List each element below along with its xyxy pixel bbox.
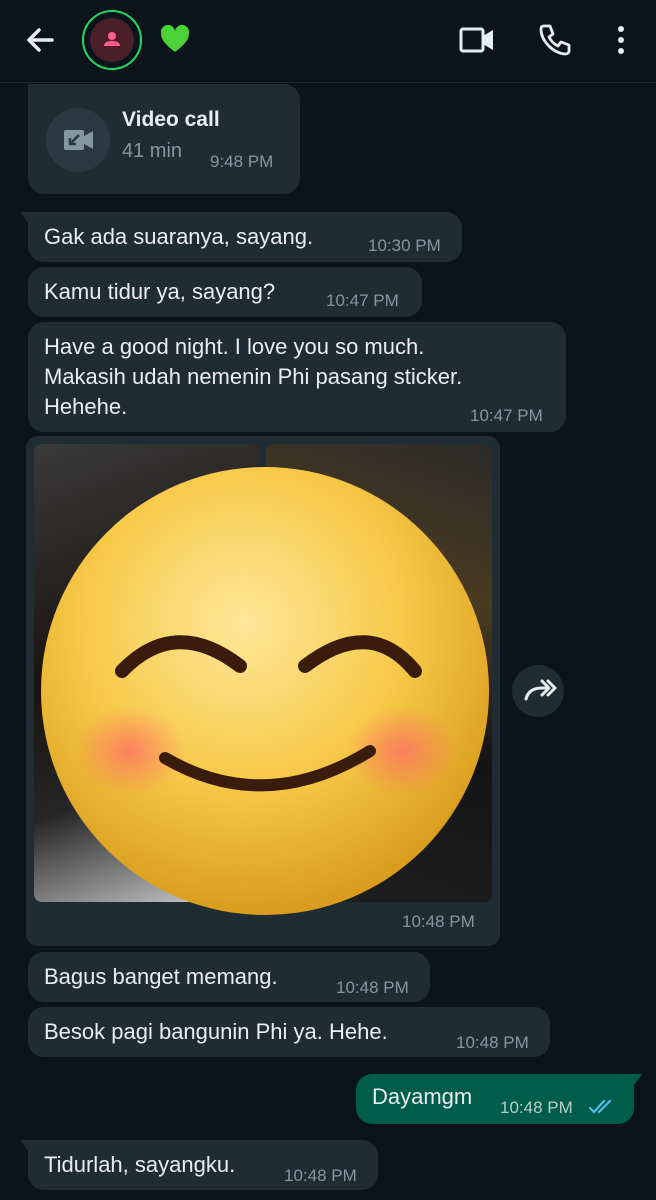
incoming-message[interactable]: Have a good night. I love you so much. M…	[28, 322, 566, 432]
message-text: Gak ada suaranya, sayang.	[44, 224, 314, 249]
call-title: Video call	[122, 108, 220, 131]
incoming-message[interactable]: Tidurlah, sayangku. 10:48 PM	[20, 1140, 378, 1190]
green-heart-icon	[158, 22, 192, 56]
message-time: 10:47 PM	[326, 291, 399, 310]
arrow-left-icon[interactable]	[22, 22, 58, 58]
default-person-icon	[90, 18, 134, 62]
incoming-message[interactable]: Gak ada suaranya, sayang. 10:30 PM	[20, 212, 462, 262]
forward-icon	[524, 679, 557, 701]
forward-button[interactable]	[512, 665, 564, 717]
message-time: 10:47 PM	[470, 406, 543, 425]
smiling-face-with-blush-icon	[40, 466, 490, 916]
message-time: 10:48 PM	[456, 1033, 529, 1052]
message-time: 9:48 PM	[210, 152, 274, 171]
message-line: Makasih udah nemenin Phi pasang sticker.	[44, 364, 463, 389]
bubble-tail	[632, 1074, 642, 1088]
call-duration: 41 min	[122, 140, 183, 162]
message-time: 10:48 PM	[336, 978, 409, 997]
bubble-tail	[20, 212, 30, 226]
incoming-message[interactable]: Bagus banget memang. 10:48 PM	[28, 952, 430, 1002]
chat-header	[0, 0, 656, 83]
bubble-tail	[20, 1140, 30, 1154]
voice-call-icon[interactable]	[536, 22, 572, 58]
message-text: Besok pagi bangunin Phi ya. Hehe.	[44, 1019, 388, 1044]
message-text: Bagus banget memang.	[44, 964, 278, 989]
more-vert-icon[interactable]	[606, 22, 636, 58]
message-line: Have a good night. I love you so much.	[44, 334, 425, 359]
video-call-message[interactable]: Video call 41 min 9:48 PM	[28, 84, 300, 194]
message-time: 10:48 PM	[500, 1098, 573, 1117]
missed-video-call-icon	[46, 108, 110, 172]
outgoing-message[interactable]: Dayamgm 10:48 PM	[356, 1074, 642, 1124]
message-text: Kamu tidur ya, sayang?	[44, 279, 276, 304]
video-call-icon[interactable]	[458, 22, 498, 58]
message-text: Tidurlah, sayangku.	[44, 1152, 236, 1177]
message-text: Dayamgm	[372, 1084, 473, 1109]
message-line: Hehehe.	[44, 394, 128, 419]
message-time: 10:30 PM	[368, 236, 441, 255]
message-time: 10:48 PM	[284, 1166, 357, 1185]
incoming-message[interactable]: Kamu tidur ya, sayang? 10:47 PM	[28, 267, 422, 317]
incoming-message[interactable]: Besok pagi bangunin Phi ya. Hehe. 10:48 …	[28, 1007, 550, 1057]
double-check-read-icon	[588, 1098, 616, 1116]
avatar[interactable]	[82, 10, 142, 70]
